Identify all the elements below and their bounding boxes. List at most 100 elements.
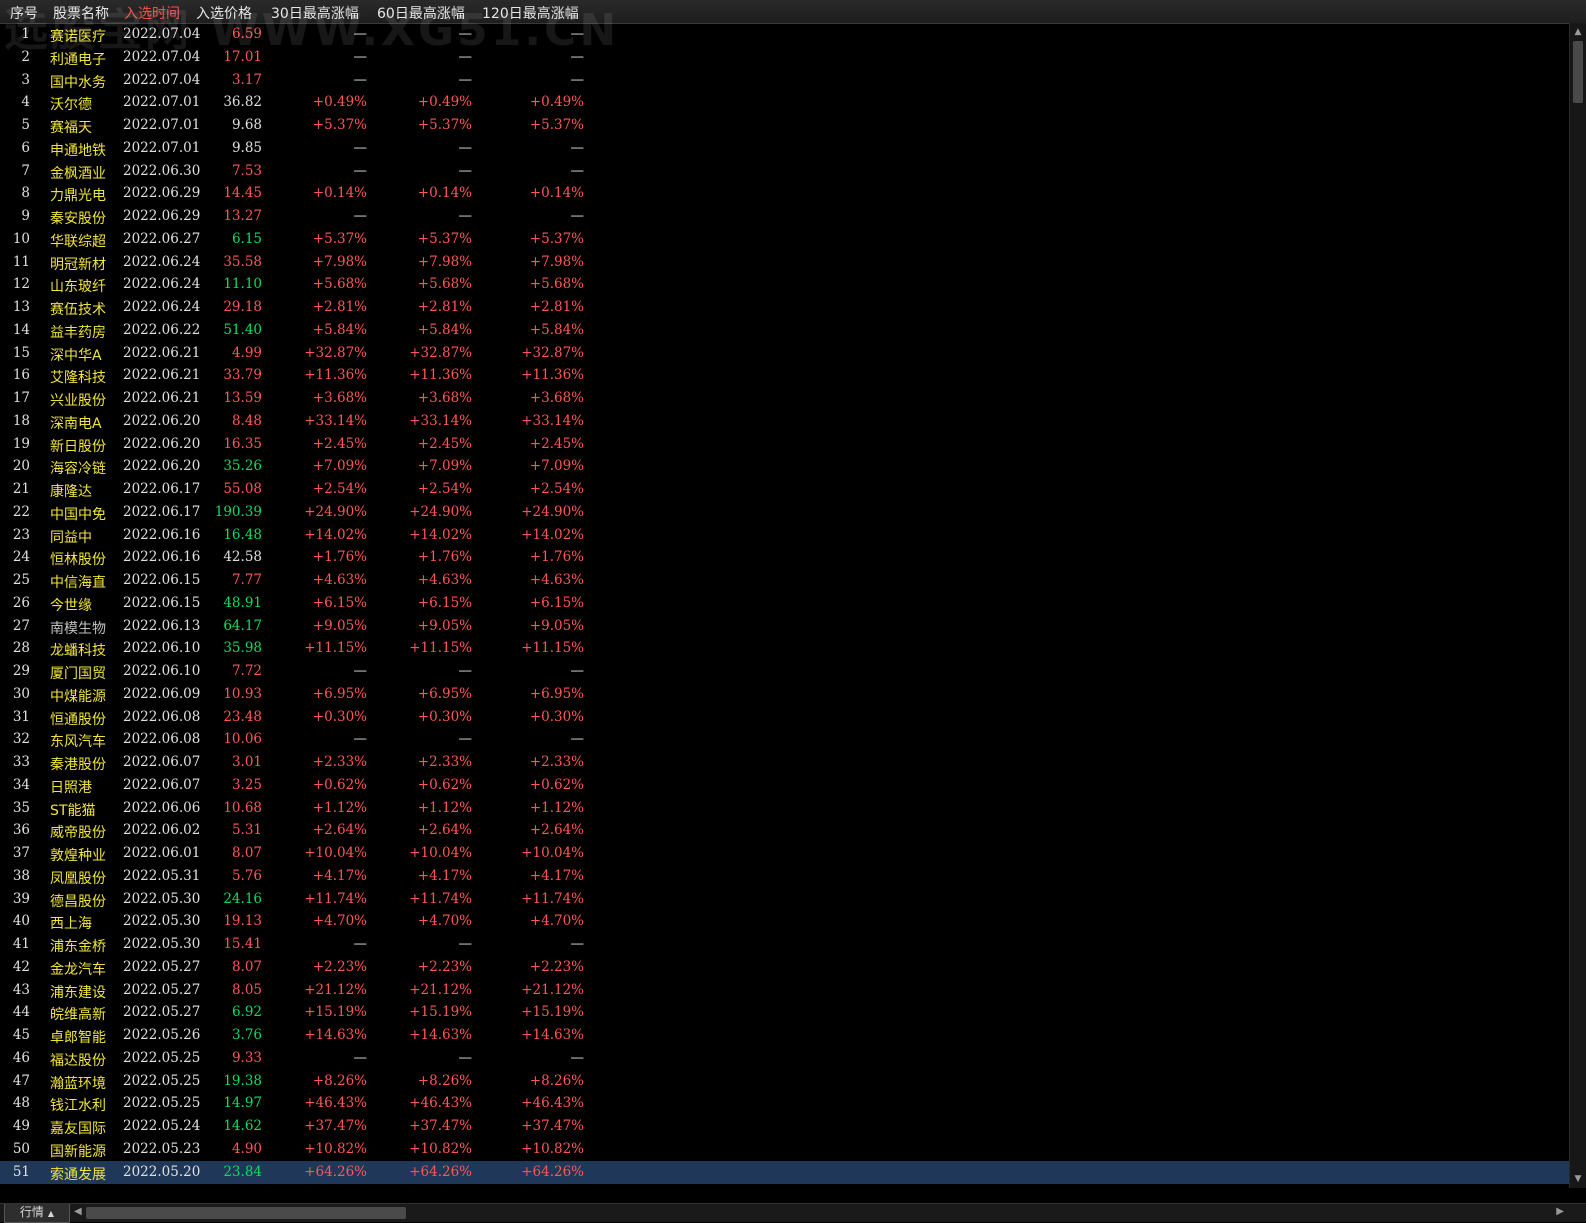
- table-row[interactable]: 33 秦港股份 2022.06.07 3.01 +2.33% +2.33% +2.33%: [0, 751, 1570, 774]
- select-date: 2022.07.04: [123, 71, 201, 88]
- table-row[interactable]: 27 南模生物 2022.06.13 64.17 +9.05% +9.05% +9.05%: [0, 615, 1570, 638]
- scroll-left-icon[interactable]: ◀: [74, 1206, 82, 1217]
- table-row[interactable]: 45 卓郎智能 2022.05.26 3.76 +14.63% +14.63% +14.63…: [0, 1024, 1570, 1047]
- header-select-price[interactable]: 入选价格: [196, 3, 252, 23]
- table-row[interactable]: 29 厦门国贸 2022.06.10 7.72 — — —: [0, 660, 1570, 683]
- table-row[interactable]: 9 秦安股份 2022.06.29 13.27 — — —: [0, 205, 1570, 228]
- table-row[interactable]: 17 兴业股份 2022.06.21 13.59 +3.68% +3.68% +3.68%: [0, 387, 1570, 410]
- vertical-scroll-thumb[interactable]: [1573, 41, 1583, 103]
- table-row[interactable]: 20 海容冷链 2022.06.20 35.26 +7.09% +7.09% +7.09%: [0, 455, 1570, 478]
- gain-30d: +8.26%: [312, 1072, 367, 1089]
- table-row[interactable]: 41 浦东金桥 2022.05.30 15.41 — — —: [0, 933, 1570, 956]
- header-gain-30d[interactable]: 30日最高涨幅: [271, 3, 359, 23]
- table-row[interactable]: 35 ST能猫 2022.06.06 10.68 +1.12% +1.12% +1.12%: [0, 797, 1570, 820]
- table-row[interactable]: 23 同益中 2022.06.16 16.48 +14.02% +14.02% +14.02…: [0, 524, 1570, 547]
- gain-60d: +9.05%: [417, 617, 472, 634]
- gain-120d: +0.14%: [529, 185, 584, 202]
- select-date: 2022.06.24: [123, 253, 201, 270]
- table-row[interactable]: 22 中国中免 2022.06.17 190.39 +24.90% +24.90% +24.…: [0, 501, 1570, 524]
- gain-120d: +6.15%: [529, 594, 584, 611]
- gain-120d: +5.37%: [529, 230, 584, 247]
- gain-120d: +4.63%: [529, 572, 584, 588]
- table-row[interactable]: 13 赛伍技术 2022.06.24 29.18 +2.81% +2.81% +2.81%: [0, 296, 1570, 319]
- select-date: 2022.06.17: [123, 503, 201, 520]
- stock-name: 华联综超: [50, 233, 106, 250]
- table-row[interactable]: 47 瀚蓝环境 2022.05.25 19.38 +8.26% +8.26% +8.26%: [0, 1070, 1570, 1093]
- table-row[interactable]: 32 东风汽车 2022.06.08 10.06 — — —: [0, 728, 1570, 751]
- header-select-date[interactable]: 入选时间: [124, 3, 180, 23]
- table-row[interactable]: 48 钱江水利 2022.05.25 14.97 +46.43% +46.43% +46.4…: [0, 1092, 1570, 1115]
- gain-120d: +11.36%: [521, 367, 584, 384]
- table-row[interactable]: 51 索通发展 2022.05.20 23.84 +64.26% +64.26% +64.2…: [0, 1160, 1570, 1184]
- stock-name: 山东玻纤: [50, 279, 106, 296]
- header-gain-120d[interactable]: 120日最高涨幅: [482, 3, 579, 23]
- table-row[interactable]: 37 敦煌种业 2022.06.01 8.07 +10.04% +10.04% +10.04…: [0, 842, 1570, 865]
- table-row[interactable]: 7 金枫酒业 2022.06.30 7.53 — — —: [0, 160, 1570, 183]
- table-row[interactable]: 2 利通电子 2022.07.04 17.01 — — —: [0, 46, 1570, 69]
- table-row[interactable]: 34 日照港 2022.06.07 3.25 +0.62% +0.62% +0.62%: [0, 774, 1570, 797]
- table-row[interactable]: 46 福达股份 2022.05.25 9.33 — — —: [0, 1047, 1570, 1070]
- gain-30d: +2.81%: [312, 299, 367, 315]
- gain-60d: —: [458, 208, 473, 224]
- table-row[interactable]: 21 康隆达 2022.06.17 55.08 +2.54% +2.54% +2.54%: [0, 478, 1570, 501]
- table-row[interactable]: 44 皖维高新 2022.05.27 6.92 +15.19% +15.19% +15.19…: [0, 1001, 1570, 1024]
- stock-name: 威帝股份: [50, 825, 106, 842]
- table-row[interactable]: 8 力鼎光电 2022.06.29 14.45 +0.14% +0.14% +0.14%: [0, 182, 1570, 205]
- scroll-down-icon[interactable]: ▼: [1570, 1172, 1586, 1186]
- table-row[interactable]: 12 山东玻纤 2022.06.24 11.10 +5.68% +5.68% +5.68%: [0, 273, 1570, 296]
- gain-30d: +32.87%: [304, 344, 367, 361]
- table-row[interactable]: 39 德昌股份 2022.05.30 24.16 +11.74% +11.74% +11.7…: [0, 888, 1570, 911]
- table-row[interactable]: 6 申通地铁 2022.07.01 9.85 — — —: [0, 137, 1570, 160]
- vertical-scrollbar[interactable]: ▲ ▼: [1569, 23, 1586, 1188]
- horizontal-scroll-thumb[interactable]: [86, 1207, 406, 1219]
- stock-name: 益丰药房: [50, 324, 106, 341]
- table-row[interactable]: 10 华联综超 2022.06.27 6.15 +5.37% +5.37% +5.37%: [0, 228, 1570, 251]
- tab-quote[interactable]: 行情 ▲: [4, 1204, 70, 1223]
- select-price: 9.68: [231, 117, 262, 133]
- table-row[interactable]: 25 中信海直 2022.06.15 7.77 +4.63% +4.63% +4.63%: [0, 569, 1570, 592]
- gain-120d: +32.87%: [521, 344, 584, 361]
- select-date: 2022.07.01: [123, 117, 201, 133]
- table-row[interactable]: 43 浦东建设 2022.05.27 8.05 +21.12% +21.12% +21.12…: [0, 979, 1570, 1002]
- gain-60d: +5.68%: [417, 276, 472, 293]
- table-row[interactable]: 18 深南电A 2022.06.20 8.48 +33.14% +33.14% +33.14…: [0, 410, 1570, 433]
- table-row[interactable]: 16 艾隆科技 2022.06.21 33.79 +11.36% +11.36% +11.3…: [0, 364, 1570, 387]
- table-row[interactable]: 36 威帝股份 2022.06.02 5.31 +2.64% +2.64% +2.64%: [0, 819, 1570, 842]
- gain-60d: +5.84%: [417, 321, 472, 338]
- gain-60d: +21.12%: [409, 981, 472, 998]
- horizontal-scrollbar[interactable]: ◀ ▶: [72, 1204, 1586, 1222]
- table-row[interactable]: 30 中煤能源 2022.06.09 10.93 +6.95% +6.95% +6.95%: [0, 683, 1570, 706]
- gain-30d: +14.02%: [304, 526, 367, 543]
- gain-120d: +2.54%: [529, 481, 584, 497]
- table-row[interactable]: 24 恒林股份 2022.06.16 42.58 +1.76% +1.76% +1.76%: [0, 546, 1570, 569]
- table-row[interactable]: 15 深中华A 2022.06.21 4.99 +32.87% +32.87% +32.87…: [0, 342, 1570, 365]
- gain-120d: —: [570, 26, 585, 42]
- select-price: 13.59: [223, 390, 262, 406]
- table-row[interactable]: 26 今世缘 2022.06.15 48.91 +6.15% +6.15% +6.15%: [0, 592, 1570, 615]
- table-row[interactable]: 19 新日股份 2022.06.20 16.35 +2.45% +2.45% +2.45%: [0, 433, 1570, 456]
- stock-name: 瀚蓝环境: [50, 1075, 106, 1092]
- stock-name: 沃尔德: [50, 97, 92, 114]
- scroll-right-icon[interactable]: ▶: [1556, 1206, 1564, 1217]
- header-index[interactable]: 序号: [10, 3, 38, 23]
- gain-60d: —: [458, 139, 473, 156]
- scroll-up-icon[interactable]: ▲: [1570, 25, 1586, 39]
- table-row[interactable]: 5 赛福天 2022.07.01 9.68 +5.37% +5.37% +5.37%: [0, 114, 1570, 137]
- table-row[interactable]: 11 明冠新材 2022.06.24 35.58 +7.98% +7.98% +7.98%: [0, 251, 1570, 274]
- header-gain-60d[interactable]: 60日最高涨幅: [377, 3, 465, 23]
- table-row[interactable]: 42 金龙汽车 2022.05.27 8.07 +2.23% +2.23% +2.23%: [0, 956, 1570, 979]
- table-row[interactable]: 50 国新能源 2022.05.23 4.90 +10.82% +10.82% +10.82…: [0, 1138, 1570, 1161]
- table-row[interactable]: 49 嘉友国际 2022.05.24 14.62 +37.47% +37.47% +37.4…: [0, 1115, 1570, 1138]
- table-row[interactable]: 38 凤凰股份 2022.05.31 5.76 +4.17% +4.17% +4.17%: [0, 865, 1570, 888]
- select-date: 2022.05.20: [123, 1163, 201, 1180]
- gain-60d: +0.30%: [417, 708, 472, 725]
- table-row[interactable]: 1 赛诺医疗 2022.07.04 6.59 — — —: [0, 23, 1570, 46]
- table-row[interactable]: 3 国中水务 2022.07.04 3.17 — — —: [0, 69, 1570, 92]
- table-row[interactable]: 28 龙蟠科技 2022.06.10 35.98 +11.15% +11.15% +11.1…: [0, 637, 1570, 660]
- table-row[interactable]: 31 恒通股份 2022.06.08 23.48 +0.30% +0.30% +0.30%: [0, 706, 1570, 729]
- gain-120d: +2.45%: [529, 435, 584, 452]
- table-row[interactable]: 40 西上海 2022.05.30 19.13 +4.70% +4.70% +4.70%: [0, 910, 1570, 933]
- header-stock-name[interactable]: 股票名称: [53, 3, 109, 23]
- table-row[interactable]: 4 沃尔德 2022.07.01 36.82 +0.49% +0.49% +0.49%: [0, 91, 1570, 114]
- table-row[interactable]: 14 益丰药房 2022.06.22 51.40 +5.84% +5.84% +5.84%: [0, 319, 1570, 342]
